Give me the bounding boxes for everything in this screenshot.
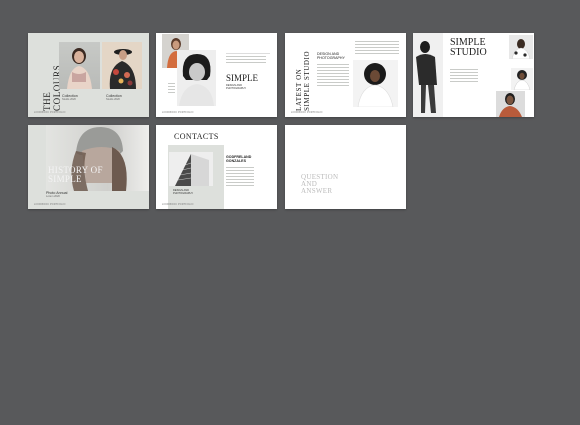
slide-1-footer: LOOKBOOK PORTFOLIO	[34, 111, 66, 114]
slide-4-title-2: STUDIO	[450, 47, 487, 58]
slide-3-photo	[353, 60, 398, 107]
slide-2-top-rule	[226, 53, 270, 54]
slide-3-heading-2: PHOTOGRAPHY	[317, 56, 345, 60]
slide-6-title: CONTACTS	[174, 132, 219, 141]
slide-5-footer: LOOKBOOK PORTFOLIO	[34, 203, 66, 206]
slide-2-footer: LOOKBOOK PORTFOLIO	[162, 111, 194, 114]
slide-2-photo-large	[177, 50, 216, 106]
slide-6-name-2: GONZALES	[226, 159, 246, 163]
slide-4-photo-bottom	[496, 91, 525, 117]
slide-4-photo-mid	[511, 68, 533, 90]
slide-6-footer: LOOKBOOK PORTFOLIO	[162, 203, 194, 206]
slide-thumbnail-2[interactable]: SIMPLE DESIGN AND PHOTOGRAPHY LOOKBOOK P…	[156, 33, 277, 117]
slide-4-body-lines	[450, 69, 478, 84]
slide-3-menu-lines	[355, 41, 399, 56]
slide-5-caption-2: Lorem 2020	[46, 195, 60, 198]
slide-3-body-lines	[317, 64, 349, 88]
slide-2-right-text-lines	[226, 56, 266, 65]
slide-1-photo-left	[59, 42, 100, 89]
slide-6-building-photo	[169, 152, 213, 186]
slide-2-text-lines	[168, 83, 175, 95]
canvas: { "colors": { "background": "#58595b", "…	[0, 0, 580, 425]
slide-1-caption-right-sub: Studio 2020	[106, 98, 120, 101]
slide-2-title: SIMPLE	[226, 73, 259, 83]
slide-thumbnail-4[interactable]: SIMPLE STUDIO	[413, 33, 534, 117]
slide-4-photo-left	[413, 33, 443, 117]
slide-3-footer: LOOKBOOK PORTFOLIO	[291, 111, 323, 114]
slide-4-photo-topright	[509, 35, 533, 59]
slide-1-caption-left-sub: Studio 2020	[62, 98, 76, 101]
slide-thumbnail-6[interactable]: CONTACTS DESIGN AND PHOTOGRAPHY GODFRELA…	[156, 125, 277, 209]
slide-5-title-2: SIMPLE	[48, 174, 82, 184]
slide-3-title: LATEST ON SIMPLE STUDIO	[295, 50, 311, 111]
slide-thumbnail-5[interactable]: HISTORY OF SIMPLE Photo Annual Lorem 202…	[28, 125, 149, 209]
slide-2-subtitle-2: PHOTOGRAPHY	[226, 87, 247, 90]
slide-thumbnail-7[interactable]: QUESTION AND ANSWER	[285, 125, 406, 209]
slide-thumbnail-1[interactable]: THE COLOURS Collection Studio 2020 Colle…	[28, 33, 149, 117]
slide-thumbnail-3[interactable]: LATEST ON SIMPLE STUDIO DESIGN AND PHOTO…	[285, 33, 406, 117]
slide-6-label-2: PHOTOGRAPHY	[173, 192, 194, 195]
slide-7-title-3: ANSWER	[301, 187, 333, 195]
slide-6-contact-lines	[226, 167, 254, 188]
slide-1-photo-right	[102, 42, 142, 89]
